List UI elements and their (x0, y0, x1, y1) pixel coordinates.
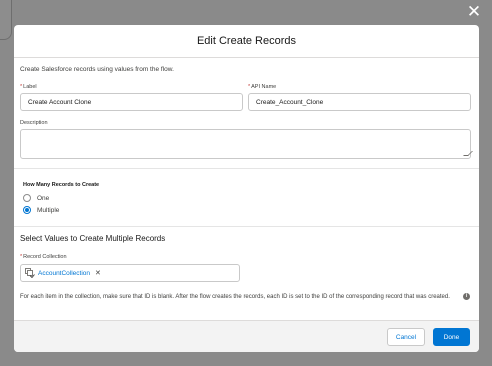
radio-button-multiple[interactable] (23, 206, 31, 214)
info-icon[interactable]: i (463, 293, 470, 300)
modal-footer: Cancel Done (14, 320, 479, 352)
required-asterisk: * (20, 84, 23, 90)
api-name-field-label: *API Name (248, 84, 277, 90)
description-textarea[interactable] (20, 129, 473, 159)
edit-create-records-modal: Edit Create Records Create Salesforce re… (14, 25, 479, 352)
required-asterisk: * (248, 84, 251, 90)
record-collection-pill[interactable]: AccountCollection (38, 270, 90, 277)
radio-label-multiple: Multiple (37, 206, 60, 214)
radio-label-one: One (37, 194, 50, 202)
select-values-heading: Select Values to Create Multiple Records (20, 234, 166, 243)
required-asterisk: * (20, 254, 23, 260)
modal-header: Edit Create Records (14, 25, 479, 58)
resize-handle-icon[interactable] (463, 151, 473, 156)
background-canvas-element (0, 0, 12, 40)
label-input[interactable]: Create Account Clone (20, 93, 243, 111)
record-collection-input[interactable]: AccountCollection ✕ (20, 264, 240, 282)
remove-pill-icon[interactable]: ✕ (95, 269, 101, 277)
how-many-records-label: How Many Records to Create (23, 182, 100, 188)
modal-title: Edit Create Records (196, 35, 297, 47)
api-name-input[interactable]: Create_Account_Clone (248, 93, 471, 111)
description-field-label: Description (20, 120, 48, 126)
radio-option-multiple[interactable]: Multiple (23, 206, 59, 214)
radio-option-one[interactable]: One (23, 194, 49, 202)
section-divider (14, 168, 479, 169)
close-icon[interactable]: ✕ (465, 3, 483, 21)
done-button[interactable]: Done (433, 328, 470, 346)
help-text: For each item in the collection, make su… (20, 294, 450, 300)
section-divider (14, 226, 479, 227)
label-field-label: *Label (20, 84, 37, 90)
modal-description: Create Salesforce records using values f… (20, 66, 174, 73)
modal-body: Create Salesforce records using values f… (14, 58, 479, 320)
record-collection-label: *Record Collection (20, 254, 67, 260)
collection-variable-icon (25, 268, 35, 278)
cancel-button[interactable]: Cancel (387, 328, 425, 346)
radio-button-one[interactable] (23, 194, 31, 202)
